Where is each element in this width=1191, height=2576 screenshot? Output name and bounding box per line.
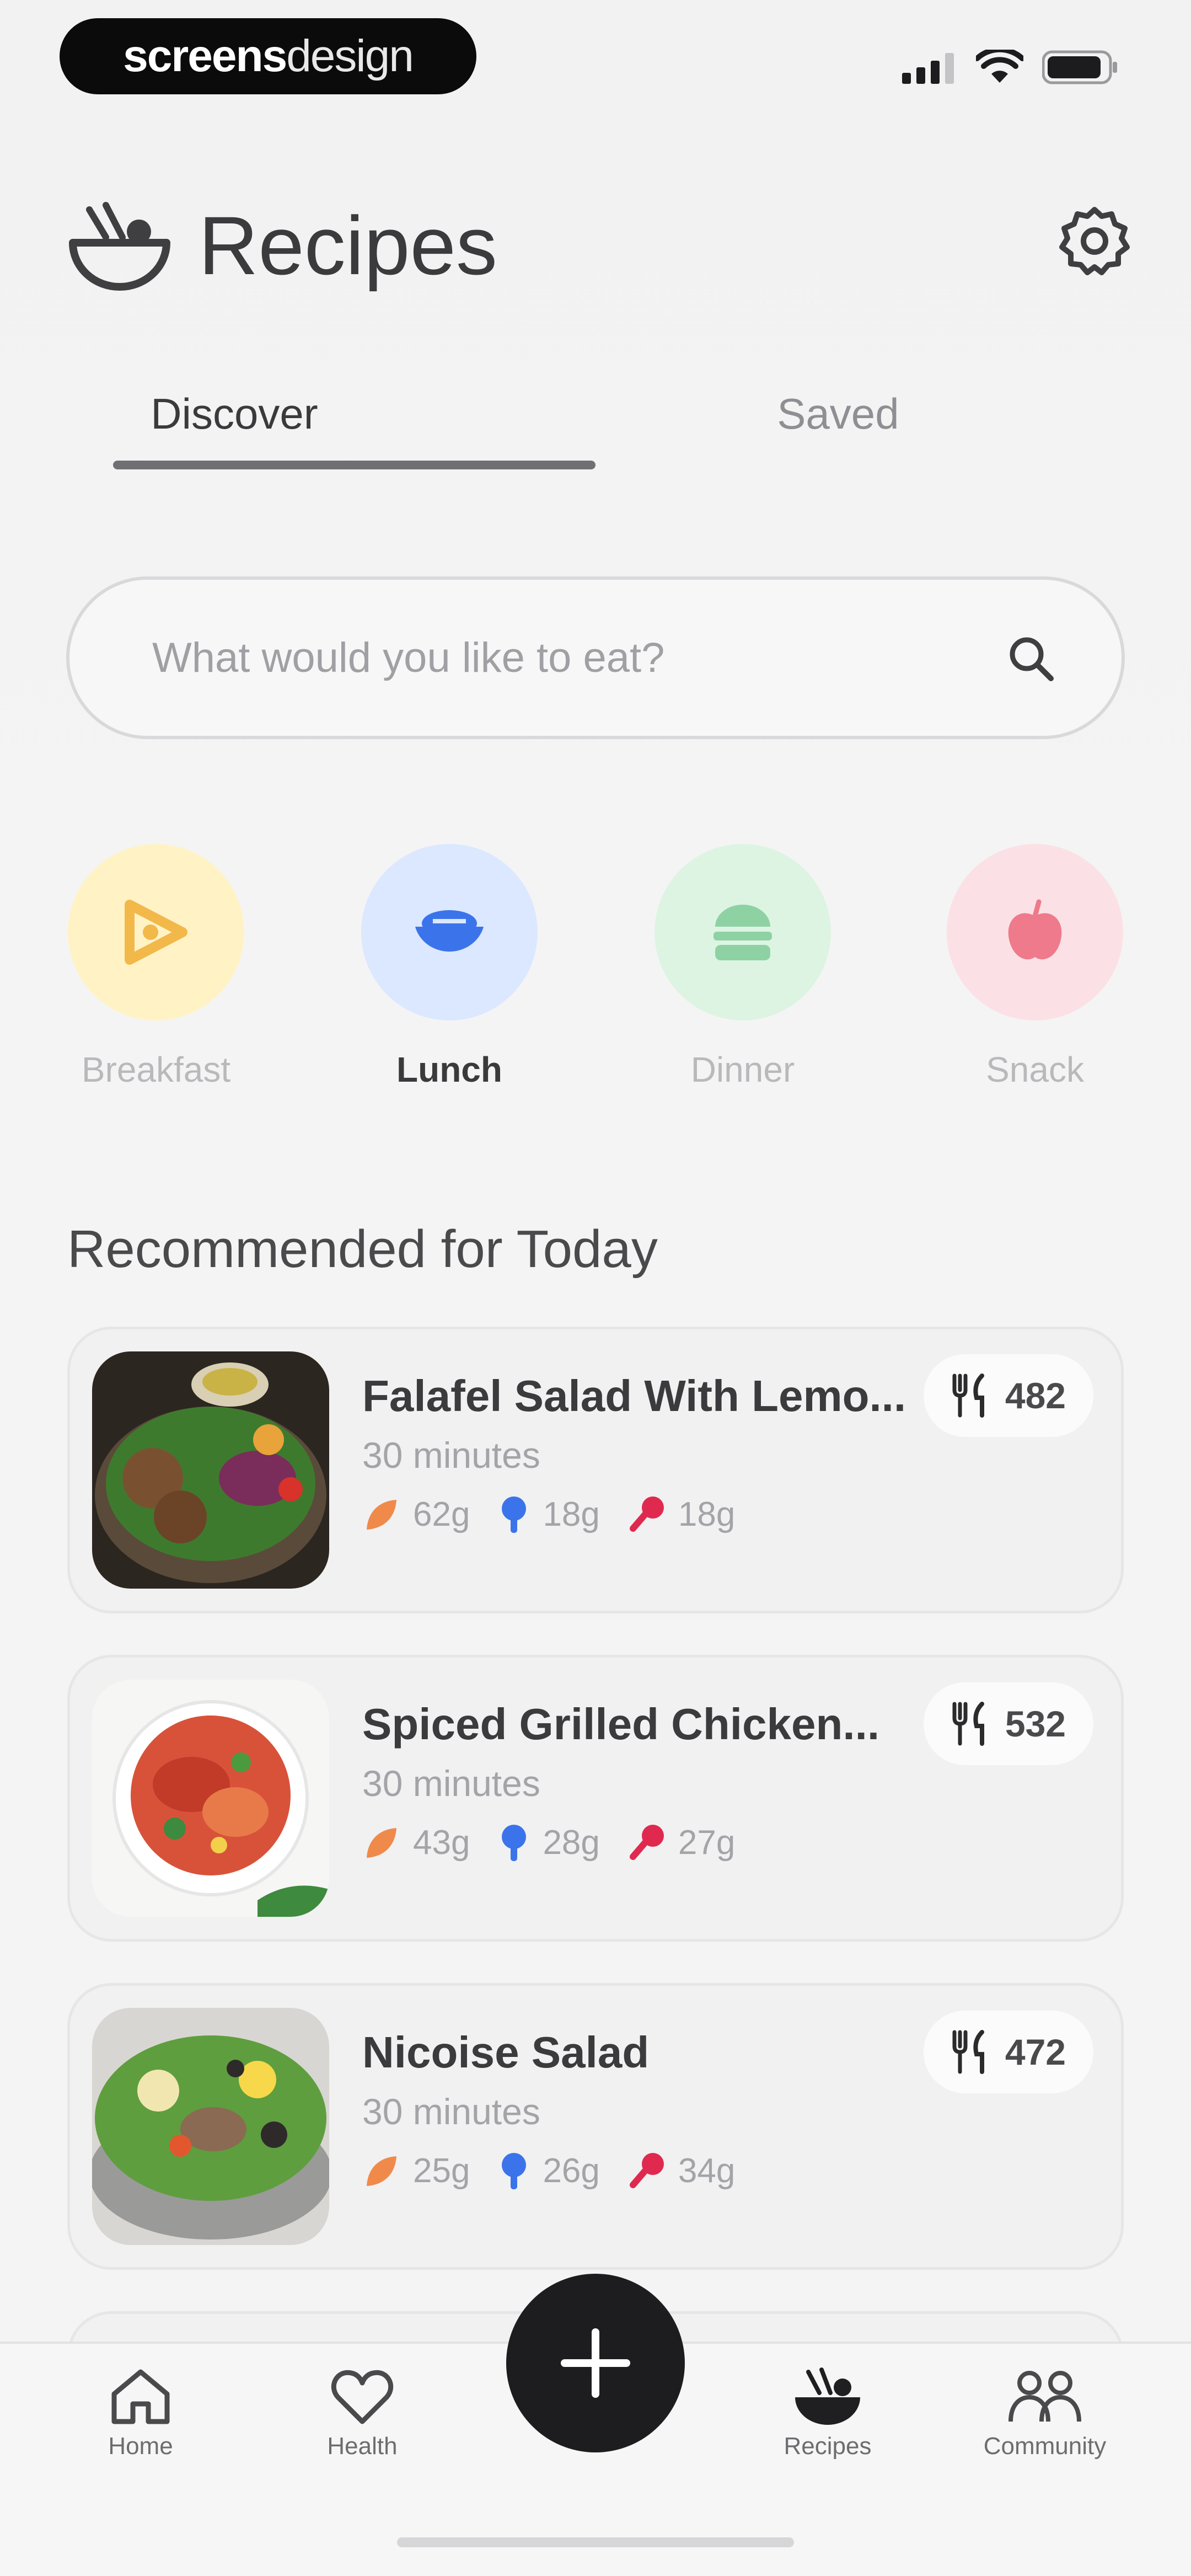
battery-icon: [1042, 50, 1117, 84]
tab-discover[interactable]: Discover: [113, 386, 356, 441]
category-lunch[interactable]: Lunch: [358, 844, 540, 1090]
calories-badge: 472: [923, 2011, 1093, 2093]
calories-value: 532: [1005, 1703, 1066, 1744]
home-indicator: [397, 2537, 794, 2547]
category-snack[interactable]: Snack: [944, 844, 1126, 1090]
fat-icon: [629, 1496, 664, 1532]
active-tab-indicator: [113, 461, 596, 469]
macro-protein: 26g: [497, 2151, 600, 2190]
section-title: Recommended for Today: [67, 1220, 658, 1279]
nav-item-home[interactable]: Home: [50, 2366, 232, 2460]
calories-badge: 532: [923, 1682, 1093, 1765]
status-icons: [902, 50, 1119, 85]
heart-icon: [331, 2370, 394, 2424]
add-button[interactable]: [506, 2274, 685, 2452]
macros: 62g 18g 18g: [362, 1495, 735, 1534]
carbs-icon: [367, 1827, 396, 1858]
macro-protein: 18g: [497, 1495, 600, 1534]
category-label: Dinner: [690, 1050, 795, 1089]
macro-value: 18g: [678, 1495, 736, 1533]
recipe-card[interactable]: Spiced Grilled Chicken... 30 minutes 43g…: [67, 1655, 1124, 1942]
category-circle: [68, 844, 244, 1020]
page-title: Recipes: [198, 199, 497, 292]
recipe-title: Falafel Salad With Lemo...: [362, 1371, 906, 1420]
recipe-image-falafel-salad: [92, 1351, 329, 1589]
plus-icon: [561, 2328, 630, 2398]
recipe-title: Nicoise Salad: [362, 2028, 650, 2077]
nav-item-community[interactable]: Community: [954, 2366, 1136, 2460]
category-breakfast[interactable]: Breakfast: [65, 844, 247, 1090]
recipe-time: 30 minutes: [362, 1435, 540, 1476]
fat-icon: [629, 1824, 664, 1860]
settings-gear-icon[interactable]: [1059, 205, 1130, 277]
croissant-icon: [125, 900, 187, 965]
fork-knife-icon: [952, 2030, 984, 2074]
brand-badge: screens design: [60, 18, 476, 94]
nav-item-health[interactable]: Health: [271, 2366, 453, 2460]
apple-icon: [1008, 899, 1062, 960]
bowl-icon: [415, 910, 484, 952]
macro-value: 62g: [413, 1495, 470, 1533]
category-circle: [361, 844, 538, 1020]
brand-light: design: [286, 31, 414, 81]
macro-value: 26g: [543, 2152, 600, 2190]
recipe-time: 30 minutes: [362, 1763, 540, 1804]
burger-icon: [713, 905, 772, 960]
fat-icon: [629, 2152, 664, 2188]
macro-carbs: 43g: [362, 1823, 470, 1862]
macro-value: 25g: [413, 2152, 470, 2190]
calories-badge: 482: [923, 1354, 1093, 1437]
people-icon: [1008, 2371, 1081, 2422]
bowl-icon: [795, 2367, 860, 2425]
macros: 25g 26g 34g: [362, 2151, 735, 2190]
recipe-card[interactable]: Nicoise Salad 30 minutes 25g 26g 34g 472: [67, 1983, 1124, 2270]
nav-label: Health: [327, 2433, 398, 2460]
search-icon[interactable]: [1006, 633, 1055, 683]
macro-value: 28g: [543, 1824, 600, 1862]
macro-carbs: 62g: [362, 1495, 470, 1534]
protein-icon: [502, 1824, 527, 1861]
protein-icon: [502, 2152, 527, 2189]
signal-icon: [902, 53, 954, 84]
nav-label: Community: [983, 2433, 1107, 2460]
recipe-image-nicoise-salad: [92, 2008, 329, 2245]
wifi-icon: [976, 50, 1023, 83]
macro-protein: 28g: [497, 1823, 600, 1862]
calories-value: 482: [1005, 1375, 1066, 1416]
home-icon: [111, 2369, 170, 2424]
recipe-title: Spiced Grilled Chicken...: [362, 1699, 880, 1749]
nav-label: Recipes: [784, 2433, 872, 2460]
category-circle: [654, 844, 831, 1020]
category-circle: [947, 844, 1123, 1020]
nav-label: Home: [108, 2433, 173, 2460]
recipe-image-spiced-chicken: [92, 1680, 329, 1917]
macro-value: 27g: [678, 1824, 736, 1862]
category-dinner[interactable]: Dinner: [652, 844, 834, 1090]
macro-value: 34g: [678, 2152, 736, 2190]
macro-fat: 27g: [627, 1823, 735, 1862]
bowl-logo-icon: [69, 202, 170, 291]
category-label: Snack: [986, 1050, 1084, 1089]
macro-fat: 34g: [627, 2151, 735, 2190]
recipe-time: 30 minutes: [362, 2091, 540, 2132]
carbs-icon: [367, 2156, 396, 2186]
search-input[interactable]: What would you like to eat?: [66, 576, 1125, 739]
calories-value: 472: [1005, 2032, 1066, 2072]
fork-knife-icon: [952, 1702, 984, 1746]
category-label: Lunch: [396, 1050, 502, 1089]
macro-value: 18g: [543, 1495, 600, 1533]
search-placeholder: What would you like to eat?: [152, 634, 665, 681]
macros: 43g 28g 27g: [362, 1823, 735, 1862]
fork-knife-icon: [952, 1373, 984, 1418]
category-label: Breakfast: [81, 1050, 231, 1089]
nav-item-recipes[interactable]: Recipes: [737, 2366, 919, 2460]
recipe-card[interactable]: Falafel Salad With Lemo... 30 minutes 62…: [67, 1327, 1124, 1613]
brand-strong: screens: [123, 31, 287, 81]
macro-value: 43g: [413, 1824, 470, 1862]
protein-icon: [502, 1496, 527, 1533]
tab-saved[interactable]: Saved: [717, 386, 959, 441]
macro-fat: 18g: [627, 1495, 735, 1534]
macro-carbs: 25g: [362, 2151, 470, 2190]
carbs-icon: [367, 1499, 396, 1530]
